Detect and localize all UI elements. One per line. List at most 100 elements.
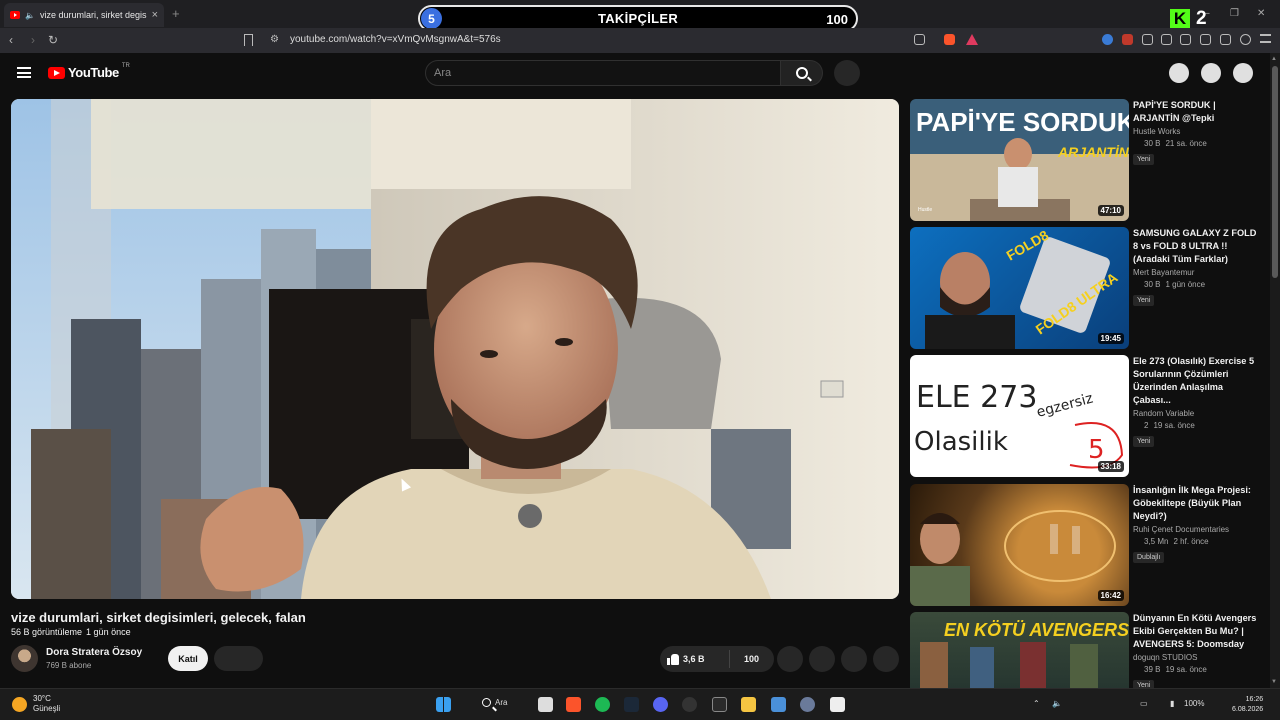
start-button-icon[interactable] xyxy=(436,697,451,712)
video-thumbnail[interactable]: EN KÖTÜ AVENGERS xyxy=(910,612,1129,688)
recommendation-channel[interactable]: Ruhi Çenet Documentaries xyxy=(1133,525,1263,534)
recommendation-item[interactable]: ELE 273 Olasilik egzersiz 5 33:18 Ele 27… xyxy=(910,355,1270,477)
video-thumbnail[interactable]: 16:42 xyxy=(910,484,1129,606)
recommendation-item[interactable]: EN KÖTÜ AVENGERS Dünyanın En Kötü Avenge… xyxy=(910,612,1270,688)
join-button[interactable]: Katıl xyxy=(168,646,208,671)
scroll-up-arrow-icon[interactable]: ▲ xyxy=(1271,56,1277,62)
tab-close-icon[interactable]: × xyxy=(152,9,158,21)
video-player[interactable] xyxy=(11,99,899,599)
dubbed-badge: Dublajlı xyxy=(1133,552,1165,563)
recommendation-info: PAPİ'YE SORDUK | ARJANTİN @Tepki Hustle … xyxy=(1133,99,1263,166)
url-field[interactable]: youtube.com/watch?v=xVmQvMsgnwA&t=576s xyxy=(290,34,501,45)
close-window-button[interactable]: ✕ xyxy=(1257,8,1265,19)
like-dislike-control: 3,6 B 100 xyxy=(660,646,774,672)
thumbs-up-icon xyxy=(667,653,679,665)
subscriber-count: 769 B abone xyxy=(46,661,92,670)
spotify-icon[interactable] xyxy=(595,697,610,712)
channel-name[interactable]: Dora Stratera Özsoy xyxy=(46,647,142,658)
obs-icon[interactable] xyxy=(682,697,697,712)
search-icon xyxy=(482,698,491,707)
taskbar-search[interactable]: Ara xyxy=(482,698,507,707)
discord-icon[interactable] xyxy=(653,697,668,712)
scroll-down-arrow-icon[interactable]: ▼ xyxy=(1271,679,1277,685)
share-button[interactable] xyxy=(777,646,803,672)
recommendation-item[interactable]: PAPİ'YE SORDUK ARJANTİN Hustle 47:10 PAP… xyxy=(910,99,1270,221)
search-button[interactable] xyxy=(781,60,823,86)
back-button[interactable]: ‹ xyxy=(9,33,13,47)
account-avatar[interactable] xyxy=(1233,63,1253,83)
file-explorer-icon[interactable] xyxy=(741,697,756,712)
steam-icon[interactable] xyxy=(624,697,639,712)
settings-gear-icon[interactable] xyxy=(800,697,815,712)
restore-button[interactable]: ❐ xyxy=(1230,8,1239,19)
kick-logo-icon: K xyxy=(1170,9,1190,29)
weather-widget[interactable]: 30°C Güneşli xyxy=(12,694,60,714)
task-view-icon[interactable] xyxy=(538,697,553,712)
recommendation-item[interactable]: 16:42 İnsanlığın İlk Mega Projesi: Göbek… xyxy=(910,484,1270,606)
region-code: TR xyxy=(121,63,130,69)
dislike-count: 100 xyxy=(744,654,760,664)
notifications-button[interactable] xyxy=(1201,63,1221,83)
create-button[interactable] xyxy=(1169,63,1189,83)
browser-tab-active[interactable]: 🔈 vize durumlari, sirket degisim × xyxy=(4,3,164,27)
forward-button[interactable]: › xyxy=(31,33,35,47)
kick-viewer-count: 2 xyxy=(1196,8,1207,29)
extension-icon[interactable] xyxy=(1161,34,1172,45)
video-thumbnail[interactable]: FOLD8 FOLD8 ULTRA 19:45 xyxy=(910,227,1129,349)
photos-icon[interactable] xyxy=(771,697,786,712)
video-thumbnail[interactable]: PAPİ'YE SORDUK ARJANTİN Hustle 47:10 xyxy=(910,99,1129,221)
cast-icon[interactable] xyxy=(914,34,925,45)
video-thumbnail[interactable]: ELE 273 Olasilik egzersiz 5 33:18 xyxy=(910,355,1129,477)
recommendation-channel[interactable]: Hustle Works xyxy=(1133,127,1263,136)
logo-text: YouTube xyxy=(68,65,119,80)
wallet-icon[interactable] xyxy=(1200,34,1211,45)
tray-expand-icon[interactable]: ⌃ xyxy=(1033,699,1040,708)
recommendation-title[interactable]: PAPİ'YE SORDUK | ARJANTİN @Tepki xyxy=(1133,99,1263,125)
new-tab-button[interactable]: + xyxy=(172,6,180,21)
menu-icon[interactable] xyxy=(1260,34,1271,43)
thumbnail-art: FOLD8 FOLD8 ULTRA xyxy=(925,227,1121,349)
capcut-icon[interactable] xyxy=(830,697,845,712)
site-settings-icon[interactable]: ⚙ xyxy=(270,34,279,45)
brave-browser-icon[interactable] xyxy=(566,697,581,712)
recommendation-item[interactable]: FOLD8 FOLD8 ULTRA 19:45 SAMSUNG GALAXY Z… xyxy=(910,227,1270,349)
volume-icon[interactable]: 🔈 xyxy=(1052,699,1062,708)
recommendation-title[interactable]: Dünyanın En Kötü Avengers Ekibi Gerçekte… xyxy=(1133,612,1263,651)
network-icon[interactable]: ▭ xyxy=(1140,699,1148,708)
download-button[interactable] xyxy=(841,646,867,672)
recommendation-channel[interactable]: Random Variable xyxy=(1133,409,1263,418)
extension-icon[interactable] xyxy=(1102,34,1113,45)
reload-button[interactable]: ↻ xyxy=(48,33,58,47)
channel-avatar[interactable] xyxy=(11,645,38,672)
bookmark-icon[interactable] xyxy=(244,34,253,46)
sidebar-icon[interactable] xyxy=(1180,34,1191,45)
system-clock[interactable]: 16:26 6.08.2026 xyxy=(1232,695,1263,715)
clock-time: 16:26 xyxy=(1245,696,1264,703)
recommendation-views: 2 xyxy=(1144,421,1149,430)
recommendation-title[interactable]: İnsanlığın İlk Mega Projesi: Göbeklitepe… xyxy=(1133,484,1263,523)
scrollbar-thumb[interactable] xyxy=(1272,66,1278,278)
hamburger-menu-icon[interactable] xyxy=(17,67,31,78)
remix-button[interactable] xyxy=(809,646,835,672)
brave-shield-icon[interactable] xyxy=(944,34,955,45)
recommendation-title[interactable]: Ele 273 (Olasılık) Exercise 5 Sorularını… xyxy=(1133,355,1263,407)
epic-games-icon[interactable] xyxy=(712,697,727,712)
search-icon xyxy=(795,67,808,79)
speaker-icon[interactable]: 🔈 xyxy=(25,11,35,20)
recommendation-channel[interactable]: doguqn STUDIOS xyxy=(1133,653,1263,662)
dislike-button[interactable]: 100 xyxy=(730,654,759,664)
recommendation-channel[interactable]: Mert Bayantemur xyxy=(1133,268,1263,277)
recommendation-title[interactable]: SAMSUNG GALAXY Z FOLD 8 vs FOLD 8 ULTRA … xyxy=(1133,227,1263,266)
extension-icon[interactable] xyxy=(1122,34,1133,45)
like-button[interactable]: 3,6 B xyxy=(660,650,730,668)
subscribe-button[interactable] xyxy=(214,646,263,671)
search-input[interactable]: Ara xyxy=(425,60,781,86)
extensions-puzzle-icon[interactable] xyxy=(1142,34,1153,45)
leo-ai-icon[interactable] xyxy=(1220,34,1231,45)
like-count: 3,6 B xyxy=(683,654,705,664)
voice-search-button[interactable] xyxy=(834,60,860,86)
youtube-logo[interactable]: YouTube TR xyxy=(48,63,130,80)
brave-rewards-icon[interactable] xyxy=(966,34,978,45)
vpn-icon[interactable] xyxy=(1240,34,1251,45)
more-actions-button[interactable] xyxy=(873,646,899,672)
